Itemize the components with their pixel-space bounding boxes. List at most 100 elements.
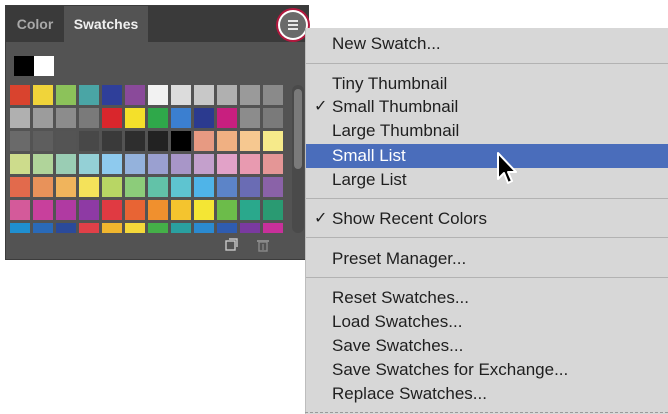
swatch[interactable]	[171, 177, 191, 197]
swatch[interactable]	[217, 200, 237, 220]
swatch[interactable]	[102, 131, 122, 151]
swatch[interactable]	[171, 85, 191, 105]
swatch[interactable]	[217, 131, 237, 151]
menu-item-replace-swatches[interactable]: Replace Swatches...	[306, 382, 668, 406]
recent-color-swatch[interactable]	[14, 56, 34, 76]
swatch[interactable]	[125, 200, 145, 220]
swatch[interactable]	[33, 85, 53, 105]
swatch[interactable]	[171, 200, 191, 220]
swatch[interactable]	[148, 108, 168, 128]
swatch[interactable]	[10, 131, 30, 151]
swatch[interactable]	[217, 177, 237, 197]
swatch[interactable]	[194, 154, 214, 174]
swatch[interactable]	[171, 154, 191, 174]
swatch[interactable]	[10, 154, 30, 174]
swatch[interactable]	[148, 200, 168, 220]
swatch[interactable]	[217, 108, 237, 128]
swatch[interactable]	[79, 108, 99, 128]
swatch[interactable]	[217, 154, 237, 174]
swatch[interactable]	[240, 200, 260, 220]
swatch[interactable]	[171, 108, 191, 128]
swatch[interactable]	[102, 223, 122, 233]
swatch[interactable]	[240, 154, 260, 174]
menu-item-small-list[interactable]: Small List	[306, 144, 668, 168]
swatch[interactable]	[194, 131, 214, 151]
swatch[interactable]	[102, 154, 122, 174]
swatch[interactable]	[148, 85, 168, 105]
menu-item-load-swatches[interactable]: Load Swatches...	[306, 310, 668, 334]
swatch[interactable]	[240, 223, 260, 233]
swatch[interactable]	[56, 177, 76, 197]
swatch[interactable]	[171, 223, 191, 233]
swatch[interactable]	[33, 223, 53, 233]
swatch[interactable]	[102, 108, 122, 128]
swatch[interactable]	[240, 131, 260, 151]
swatch[interactable]	[102, 200, 122, 220]
swatch[interactable]	[33, 200, 53, 220]
swatch-scrollbar[interactable]	[292, 85, 304, 233]
menu-item-save-swatches-for-exchange[interactable]: Save Swatches for Exchange...	[306, 358, 668, 382]
scrollbar-thumb[interactable]	[294, 89, 302, 169]
swatch[interactable]	[79, 223, 99, 233]
swatch[interactable]	[125, 131, 145, 151]
swatch[interactable]	[125, 177, 145, 197]
swatch[interactable]	[102, 85, 122, 105]
swatch[interactable]	[148, 177, 168, 197]
swatch[interactable]	[56, 223, 76, 233]
swatch[interactable]	[148, 131, 168, 151]
menu-item-show-recent-colors[interactable]: ✓ Show Recent Colors	[306, 207, 668, 231]
swatch[interactable]	[79, 200, 99, 220]
swatch[interactable]	[148, 223, 168, 233]
swatch[interactable]	[263, 223, 283, 233]
swatch[interactable]	[125, 154, 145, 174]
swatch[interactable]	[10, 108, 30, 128]
swatch[interactable]	[263, 177, 283, 197]
swatch[interactable]	[102, 177, 122, 197]
swatch[interactable]	[194, 177, 214, 197]
swatch[interactable]	[10, 200, 30, 220]
swatch[interactable]	[79, 154, 99, 174]
swatch[interactable]	[171, 131, 191, 151]
swatch[interactable]	[194, 108, 214, 128]
swatch[interactable]	[10, 177, 30, 197]
menu-item-reset-swatches[interactable]: Reset Swatches...	[306, 286, 668, 310]
new-swatch-icon[interactable]	[224, 238, 238, 252]
recent-color-swatch[interactable]	[34, 56, 54, 76]
swatch[interactable]	[125, 223, 145, 233]
menu-item-new-swatch[interactable]: New Swatch...	[306, 32, 668, 56]
swatch[interactable]	[194, 223, 214, 233]
menu-item-large-list[interactable]: Large List	[306, 168, 668, 192]
swatch[interactable]	[33, 108, 53, 128]
swatch[interactable]	[33, 177, 53, 197]
swatch[interactable]	[79, 177, 99, 197]
swatch[interactable]	[10, 223, 30, 233]
swatch[interactable]	[240, 177, 260, 197]
swatch[interactable]	[148, 154, 168, 174]
swatch[interactable]	[263, 85, 283, 105]
swatch[interactable]	[56, 85, 76, 105]
swatch[interactable]	[263, 108, 283, 128]
swatch[interactable]	[79, 85, 99, 105]
swatch[interactable]	[125, 108, 145, 128]
tab-color[interactable]: Color	[6, 6, 64, 42]
swatch[interactable]	[217, 223, 237, 233]
swatch[interactable]	[263, 154, 283, 174]
swatch[interactable]	[263, 131, 283, 151]
swatch[interactable]	[217, 85, 237, 105]
swatch[interactable]	[56, 200, 76, 220]
swatch[interactable]	[194, 200, 214, 220]
swatch[interactable]	[79, 131, 99, 151]
swatch[interactable]	[240, 85, 260, 105]
swatch[interactable]	[33, 154, 53, 174]
menu-item-tiny-thumbnail[interactable]: Tiny Thumbnail	[306, 72, 668, 96]
swatch[interactable]	[194, 85, 214, 105]
swatch[interactable]	[56, 108, 76, 128]
swatch[interactable]	[56, 131, 76, 151]
trash-icon[interactable]	[256, 238, 270, 252]
menu-item-small-thumbnail[interactable]: ✓ Small Thumbnail	[306, 95, 668, 119]
swatch[interactable]	[125, 85, 145, 105]
tab-swatches[interactable]: Swatches	[64, 6, 148, 42]
menu-item-large-thumbnail[interactable]: Large Thumbnail	[306, 119, 668, 143]
swatch[interactable]	[263, 200, 283, 220]
swatch[interactable]	[33, 131, 53, 151]
